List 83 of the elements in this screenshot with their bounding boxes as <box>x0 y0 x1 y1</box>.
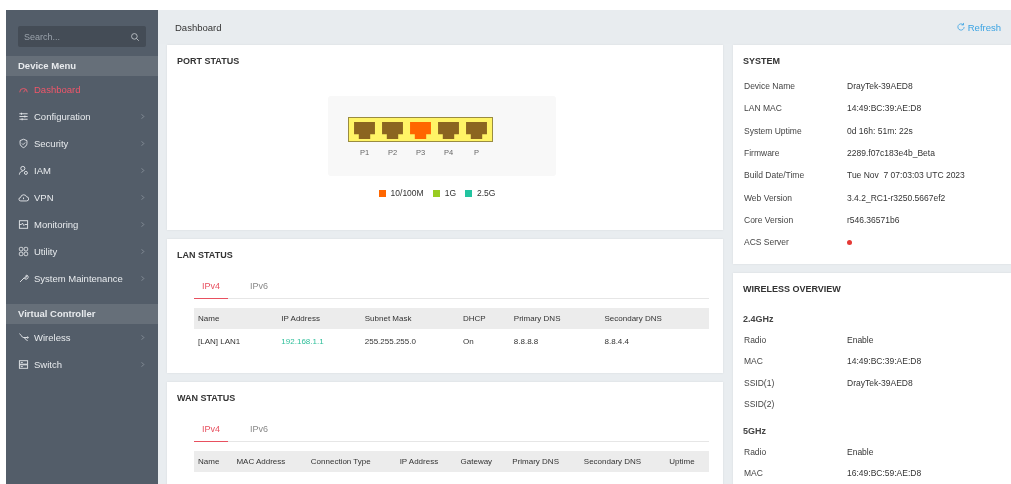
field-label: Web Version <box>743 192 794 203</box>
band-heading: 2.4GHz <box>743 313 775 326</box>
tab[interactable]: IPv4 <box>194 275 228 299</box>
field-label: Device Name <box>743 81 797 92</box>
section-heading: Device Menu <box>6 56 158 76</box>
table-cell: 255.255.255.0 <box>360 329 459 354</box>
tab[interactable]: IPv6 <box>242 418 277 442</box>
column-header: Name <box>194 451 233 472</box>
search-field[interactable]: Search... <box>18 26 146 47</box>
shield-icon <box>18 138 29 149</box>
tab[interactable]: IPv6 <box>242 275 277 299</box>
field-label: Build Date/Time <box>743 170 806 181</box>
table-cell: 8.8.8.8 <box>509 329 601 354</box>
menu-item[interactable]: Configuration <box>6 103 158 130</box>
table-cell: 8.8.4.4 <box>600 329 709 354</box>
menu-item[interactable]: Switch <box>6 351 158 378</box>
menu-item[interactable]: Utility <box>6 238 158 265</box>
card-title: LAN STATUS <box>177 249 234 261</box>
column-header: Connection Type <box>306 451 396 472</box>
field-value: Tue Nov 7 07:03:03 UTC 2023 <box>847 170 965 181</box>
menu-item[interactable]: System Maintenance <box>6 265 158 292</box>
field-label: SSID(2) <box>743 399 776 410</box>
menu-item[interactable]: Wireless <box>6 324 158 351</box>
field-label: MAC <box>743 356 764 367</box>
sliders-icon <box>18 111 29 122</box>
column-header: Primary DNS <box>508 451 580 472</box>
network-icon <box>18 332 29 343</box>
field-value: DrayTek-39AED8 <box>847 377 913 388</box>
column-header: Gateway <box>456 451 509 472</box>
column-header: Subnet Mask <box>360 308 459 329</box>
legend-label: 10/100M <box>390 188 424 198</box>
field-value: 3.4.2_RC1-r3250.5667ef2 <box>847 192 946 203</box>
column-header: Secondary DNS <box>600 308 709 329</box>
card-title: SYSTEM <box>743 55 781 67</box>
card-title: WIRELESS OVERVIEW <box>743 283 842 295</box>
legend-label: 2.5G <box>477 188 496 198</box>
column-header: Secondary DNS <box>579 451 666 472</box>
menu-item[interactable]: IAM <box>6 157 158 184</box>
table-cell: [LAN] LAN1 <box>194 329 278 354</box>
field-label: Core Version <box>743 214 795 225</box>
menu-item[interactable]: Monitoring <box>6 211 158 238</box>
field-value: Enable <box>847 446 874 457</box>
menu-item[interactable]: VPN <box>6 184 158 211</box>
field-value: r546.36571b6 <box>847 214 900 225</box>
cloud-icon <box>18 192 29 203</box>
column-header: Primary DNS <box>509 308 601 329</box>
field-label: Radio <box>743 446 768 457</box>
wrench-icon <box>18 273 29 284</box>
card-title: PORT STATUS <box>177 55 240 67</box>
field-value: Enable <box>847 334 874 345</box>
field-value: 14:49:BC:39:AE:D8 <box>847 356 922 367</box>
page-title: Dashboard <box>175 21 222 33</box>
refresh-icon <box>955 22 966 32</box>
field-value: DrayTek-39AED8 <box>847 81 913 92</box>
table-cell: On <box>458 329 510 354</box>
card-title: WAN STATUS <box>177 392 237 404</box>
field-value: 14:49:BC:39:AE:D8 <box>847 103 922 114</box>
column-header: IP Address <box>395 451 457 472</box>
band-heading: 5GHz <box>743 425 767 438</box>
field-value: 2289.f07c183e4b_Beta <box>847 148 935 159</box>
field-label: MAC <box>743 468 764 479</box>
section-heading: Virtual Controller <box>6 304 158 324</box>
field-label: Radio <box>743 334 768 345</box>
field-label: LAN MAC <box>743 103 783 114</box>
field-label: System Uptime <box>743 125 803 136</box>
field-value: 16:49:BC:59:AE:D8 <box>847 468 922 479</box>
column-header: IP Address <box>277 308 361 329</box>
tab[interactable]: IPv4 <box>194 418 228 442</box>
server-icon <box>18 359 29 370</box>
menu-item[interactable]: Security <box>6 130 158 157</box>
search-icon <box>130 31 140 42</box>
field-label: Firmware <box>743 148 781 159</box>
column-header: MAC Address <box>232 451 307 472</box>
column-header: DHCP <box>458 308 510 329</box>
user-icon <box>18 165 29 176</box>
field-label: ACS Server <box>743 237 790 248</box>
grid-icon <box>18 246 29 257</box>
column-header: Name <box>194 308 278 329</box>
column-header: Uptime <box>665 451 709 472</box>
field-label: SSID(1) <box>743 377 776 388</box>
field-value: 0d 16h: 51m: 22s <box>847 125 913 136</box>
legend-label: 1G <box>444 188 456 198</box>
monitor-icon <box>18 219 29 230</box>
